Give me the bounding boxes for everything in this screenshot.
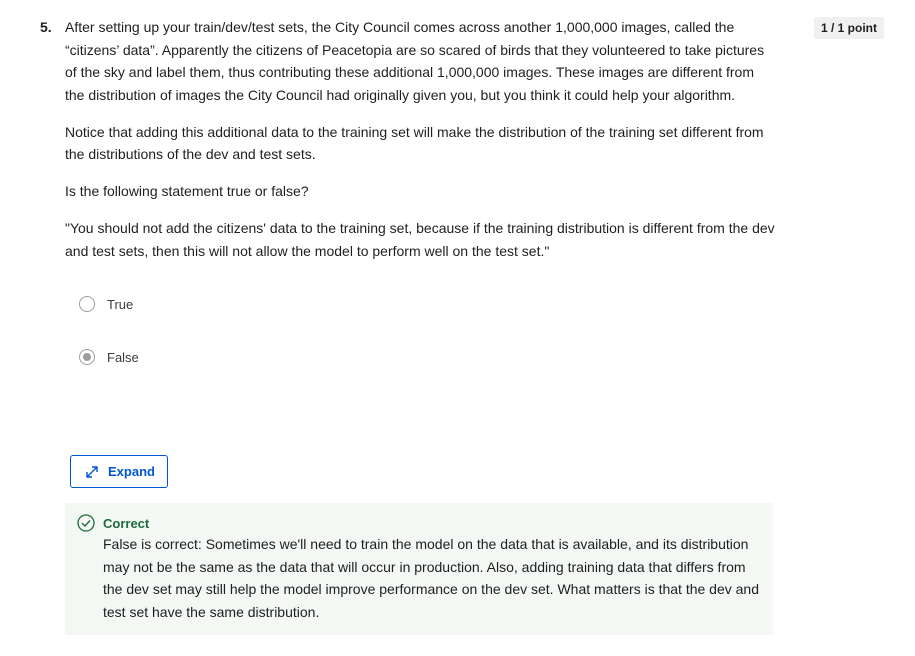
question-paragraph: After setting up your train/dev/test set… [65, 19, 765, 103]
question-statement: "You should not add the citizens' data t… [65, 220, 775, 259]
radio-button[interactable] [79, 296, 95, 312]
option-true[interactable]: True [79, 296, 133, 312]
feedback-text: False is correct: Sometimes we'll need t… [103, 536, 759, 620]
question-paragraph: Is the following statement true or false… [65, 183, 309, 199]
check-circle-icon [77, 514, 95, 532]
question-text: After setting up your train/dev/test set… [65, 16, 775, 277]
quiz-question-page: 5. 1 / 1 point After setting up your tra… [0, 0, 915, 656]
feedback-title: Correct [103, 516, 150, 531]
expand-button[interactable]: Expand [70, 455, 168, 488]
radio-button-selected[interactable] [79, 349, 95, 365]
expand-arrows-icon [83, 463, 101, 481]
question-paragraph: Notice that adding this additional data … [65, 123, 764, 163]
expand-label: Expand [108, 464, 155, 479]
feedback-panel: Correct False is correct: Sometimes we'l… [65, 503, 773, 635]
points-badge: 1 / 1 point [814, 17, 885, 39]
option-false[interactable]: False [79, 349, 139, 365]
option-label: False [107, 349, 139, 365]
option-label: True [107, 296, 134, 312]
question-number: 5. [40, 19, 52, 35]
